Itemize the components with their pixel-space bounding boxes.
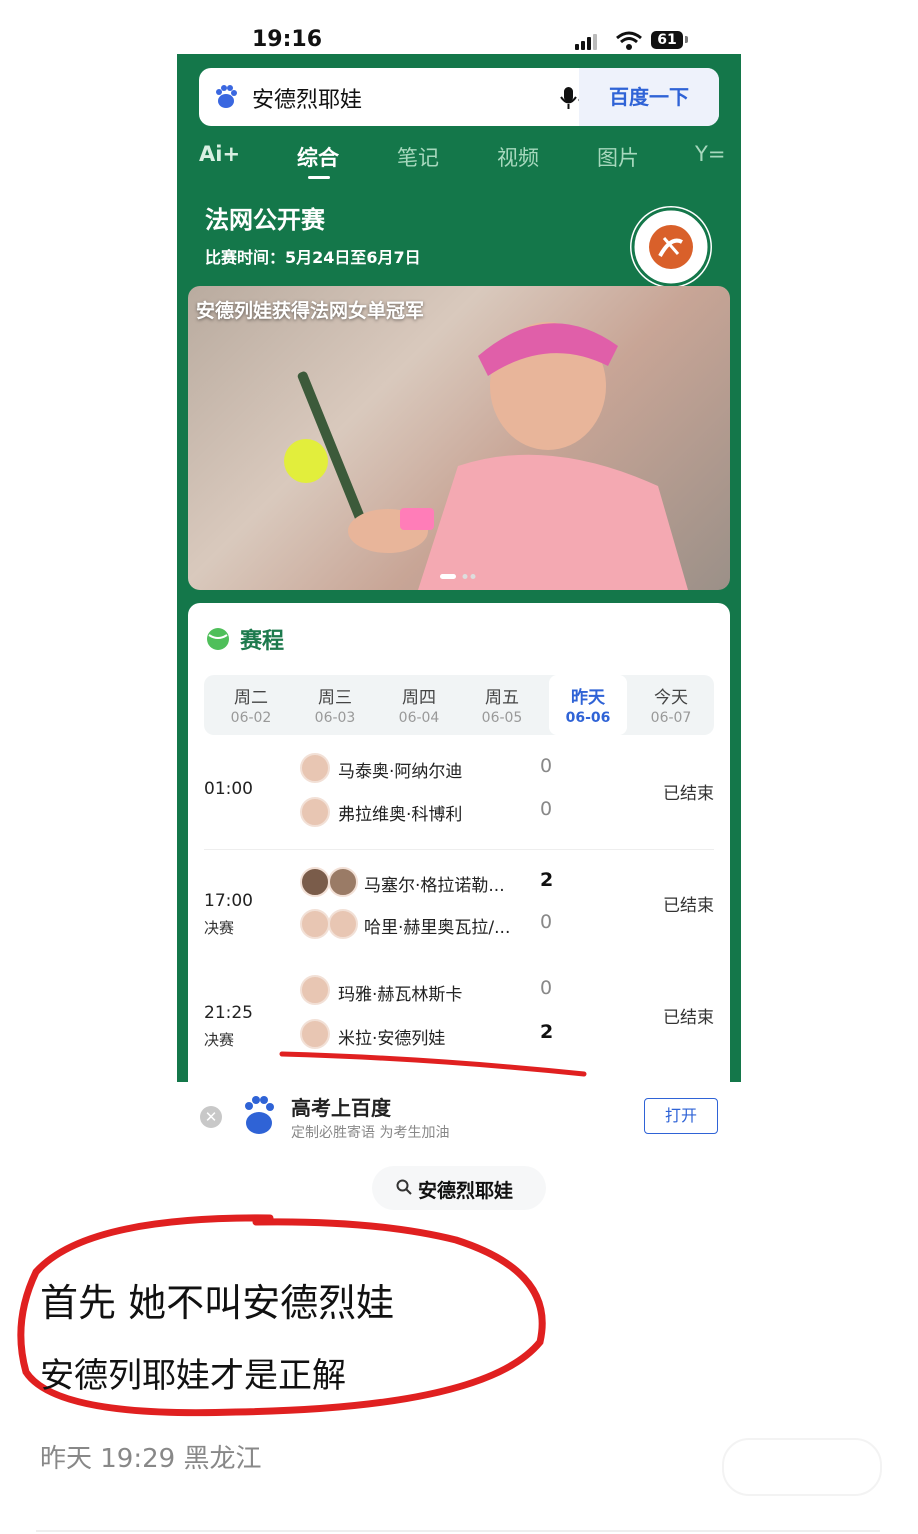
comment-line-2: 安德列耶娃才是正解 [40,1356,346,1396]
signal-icon [575,44,579,50]
ad-subtitle: 定制必胜寄语 为考生加油 [291,1125,450,1141]
tennis-ball-icon [207,628,229,650]
player-score: 0 [540,977,553,999]
day-tab[interactable]: 周四 06-04 [380,675,458,735]
search-query-pill[interactable]: 安德烈耶娃 [372,1166,546,1210]
search-button[interactable]: 百度一下 [579,68,719,126]
day-tab[interactable]: 周二 06-02 [212,675,290,735]
player-name: 哈里·赫里奥瓦拉/... [364,918,511,938]
match-status: 已结束 [663,1008,714,1028]
day-tab[interactable]: 今天 06-07 [632,675,710,735]
baidu-app-icon [245,1096,274,1134]
search-input[interactable]: 安德烈耶娃 [252,82,362,114]
player-score: 2 [540,869,554,891]
ad-title: 高考上百度 [291,1096,391,1120]
red-underline-annotation [279,1051,587,1077]
divider [36,1530,880,1532]
carousel-dots[interactable] [440,574,480,580]
match-row[interactable]: 01:00 马泰奥·阿纳尔迪 0 弗拉维奥·科博利 0 已结束 [204,749,714,857]
schedule-title: 赛程 [240,629,285,654]
avatar [300,753,330,783]
app-ad-banner: ✕ 高考上百度 定制必胜寄语 为考生加油 打开 [177,1082,741,1152]
day-tab-active[interactable]: 昨天 06-06 [549,675,627,735]
avatar [300,797,330,827]
close-icon[interactable]: ✕ [200,1106,222,1128]
day-selector: 周二 06-02 周三 06-03 周四 06-04 周五 06-05 昨天 06-06 … [204,675,714,735]
match-status: 已结束 [663,896,714,916]
avatar [300,975,330,1005]
day-tab[interactable]: 周三 06-03 [296,675,374,735]
match-round: 决赛 [204,1031,235,1049]
tab-notes[interactable]: 笔记 [397,142,439,172]
reply-button[interactable] [722,1438,882,1496]
avatar [328,909,358,939]
tab-comprehensive[interactable]: 综合 [297,142,339,172]
avatar [300,867,330,897]
tab-ai[interactable]: Ai+ [199,142,240,166]
avatar [300,909,330,939]
player-score: 2 [540,1021,554,1043]
player-name: 马泰奥·阿纳尔迪 [338,762,463,782]
hero-caption: 安德列娃获得法网女单冠军 [196,300,425,322]
baidu-paw-icon [216,85,237,108]
day-tab[interactable]: 周五 06-05 [463,675,541,735]
event-title: 法网公开赛 [205,206,325,234]
comment-line-1: 首先 她不叫安德烈娃 [40,1281,395,1325]
player-name: 弗拉维奥·科博利 [338,805,463,825]
schedule-card: 赛程 周二 06-02 周三 06-03 周四 06-04 周五 06-05 昨天 06-… [188,603,730,1082]
player-score: 0 [540,911,553,933]
event-date: 比赛时间：5月24日至6月7日 [205,248,421,267]
open-app-button[interactable]: 打开 [644,1098,718,1134]
search-bar[interactable]: 安德烈耶娃 百度一下 [199,68,719,126]
tab-images[interactable]: 图片 [597,142,639,172]
match-status: 已结束 [663,784,714,804]
status-icons: 61 [575,30,695,52]
query-text: 安德烈耶娃 [418,1180,514,1202]
status-time: 19:16 [252,27,323,52]
player-name: 马塞尔·格拉诺勒... [364,876,505,896]
match-time: 17:00 [204,891,253,911]
match-time: 01:00 [204,779,253,799]
hero-image[interactable]: 安德列娃获得法网女单冠军 [188,286,730,590]
match-row[interactable]: 17:00 决赛 马塞尔·格拉诺勒... 2 哈里·赫里奥瓦拉/... 0 已结… [204,861,714,969]
search-results-panel: 安德烈耶娃 百度一下 Ai+ 综合 笔记 视频 图片 Y= 法网公开赛 比赛时间… [177,54,741,1082]
match-round: 决赛 [204,919,235,937]
filter-icon[interactable]: Y= [695,142,725,166]
wifi-icon [616,31,642,50]
active-tab-indicator [308,176,330,179]
tab-videos[interactable]: 视频 [497,142,539,172]
roland-garros-logo [630,206,712,288]
avatar [328,867,358,897]
match-time: 21:25 [204,1003,253,1023]
player-score: 0 [540,798,553,820]
tab-bar: Ai+ 综合 笔记 视频 图片 Y= [177,142,741,182]
search-icon [396,1179,412,1195]
player-score: 0 [540,755,553,777]
comment-meta: 昨天 19:29 黑龙江 [40,1444,262,1474]
player-name: 玛雅·赫瓦林斯卡 [338,985,463,1005]
battery-icon: 61 [651,31,683,49]
